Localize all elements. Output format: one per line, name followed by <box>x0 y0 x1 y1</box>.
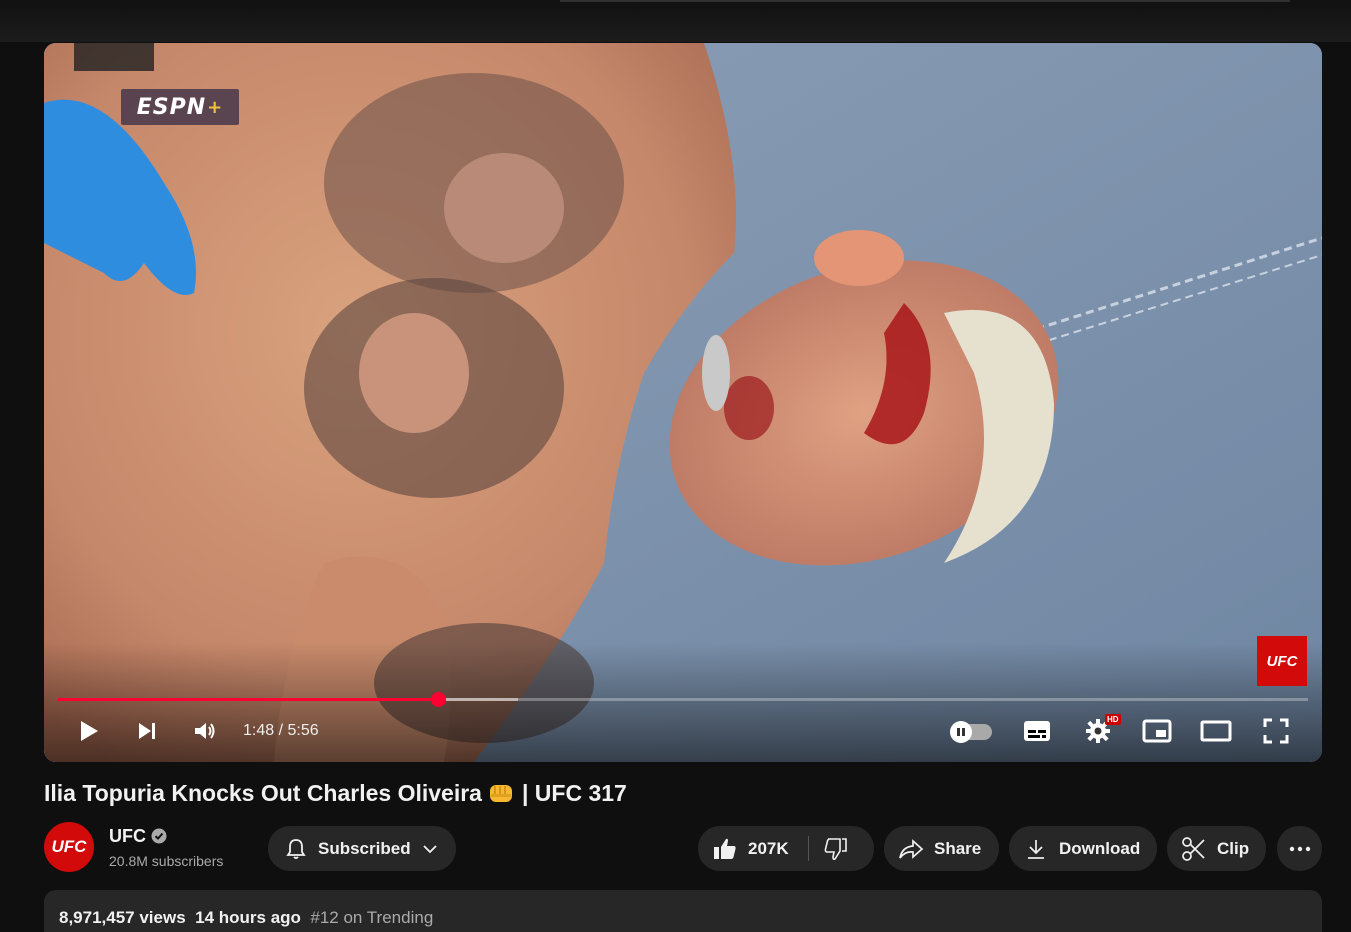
play-button[interactable] <box>74 711 104 751</box>
like-dislike-group: 207K <box>698 826 874 871</box>
miniplayer-button[interactable] <box>1139 711 1175 751</box>
channel-avatar[interactable]: UFC <box>44 822 94 872</box>
share-label: Share <box>934 838 982 858</box>
fullscreen-icon <box>1263 718 1289 744</box>
video-player[interactable]: ESPN + UFC 1:48 / 5:56 HD <box>44 43 1322 762</box>
subtitles-icon <box>1024 721 1050 741</box>
espn-plus-logo: ESPN + <box>121 89 239 125</box>
subtitles-button[interactable] <box>1019 711 1055 751</box>
chevron-down-icon <box>422 844 437 853</box>
fist-emoji-icon <box>489 785 512 802</box>
share-icon <box>899 838 924 859</box>
subscribed-label: Subscribed <box>318 838 411 858</box>
espn-logo-plus: + <box>207 96 224 118</box>
ufc-watermark[interactable]: UFC <box>1257 636 1307 686</box>
video-title: Ilia Topuria Knocks Out Charles Oliveira… <box>44 780 627 807</box>
volume-button[interactable] <box>189 711 221 751</box>
miniplayer-icon <box>1142 719 1172 743</box>
scissors-icon <box>1182 836 1205 861</box>
more-horizontal-icon <box>1289 846 1310 851</box>
video-title-main: Ilia Topuria Knocks Out Charles Oliveira <box>44 780 482 806</box>
description-info: 8,971,457 views 14 hours ago #12 on Tren… <box>59 908 433 928</box>
trending-label[interactable]: #12 on Trending <box>310 908 433 927</box>
channel-name[interactable]: UFC <box>109 826 146 847</box>
bell-icon <box>286 838 306 859</box>
share-button[interactable]: Share <box>884 826 999 871</box>
like-icon[interactable] <box>712 836 738 862</box>
next-button[interactable] <box>132 711 162 751</box>
description-box[interactable]: 8,971,457 views 14 hours ago #12 on Tren… <box>44 890 1322 932</box>
video-title-suffix: | UFC 317 <box>521 780 627 806</box>
like-count[interactable]: 207K <box>748 839 789 859</box>
download-label: Download <box>1059 838 1141 858</box>
view-count: 8,971,457 views <box>59 908 186 927</box>
time-display: 1:48 / 5:56 <box>243 722 319 739</box>
hd-badge: HD <box>1105 714 1121 725</box>
clip-label: Clip <box>1217 838 1250 858</box>
espn-logo-text: ESPN <box>136 94 207 120</box>
dislike-icon[interactable] <box>823 836 849 862</box>
theater-icon <box>1200 720 1232 742</box>
upload-time: 14 hours ago <box>195 908 301 927</box>
progress-bar[interactable] <box>58 692 1308 707</box>
download-button[interactable]: Download <box>1009 826 1157 871</box>
download-icon <box>1028 839 1044 859</box>
volume-icon <box>195 723 215 739</box>
progress-scrubber[interactable] <box>431 692 446 707</box>
subscriber-count: 20.8M subscribers <box>109 853 224 869</box>
fullscreen-button[interactable] <box>1258 711 1294 751</box>
masthead-divider <box>560 0 1290 2</box>
player-controls: 1:48 / 5:56 HD <box>44 711 1322 751</box>
autoplay-pause-icon <box>950 721 972 743</box>
next-icon <box>139 723 155 739</box>
like-divider <box>808 836 809 861</box>
masthead <box>0 0 1351 42</box>
subscribed-button[interactable]: Subscribed <box>268 826 456 871</box>
more-actions-button[interactable] <box>1277 826 1322 871</box>
verified-icon <box>151 828 167 844</box>
autoplay-toggle[interactable] <box>950 721 992 743</box>
clip-button[interactable]: Clip <box>1167 826 1266 871</box>
play-icon <box>81 721 98 741</box>
theater-button[interactable] <box>1198 711 1234 751</box>
progress-played <box>58 698 438 701</box>
